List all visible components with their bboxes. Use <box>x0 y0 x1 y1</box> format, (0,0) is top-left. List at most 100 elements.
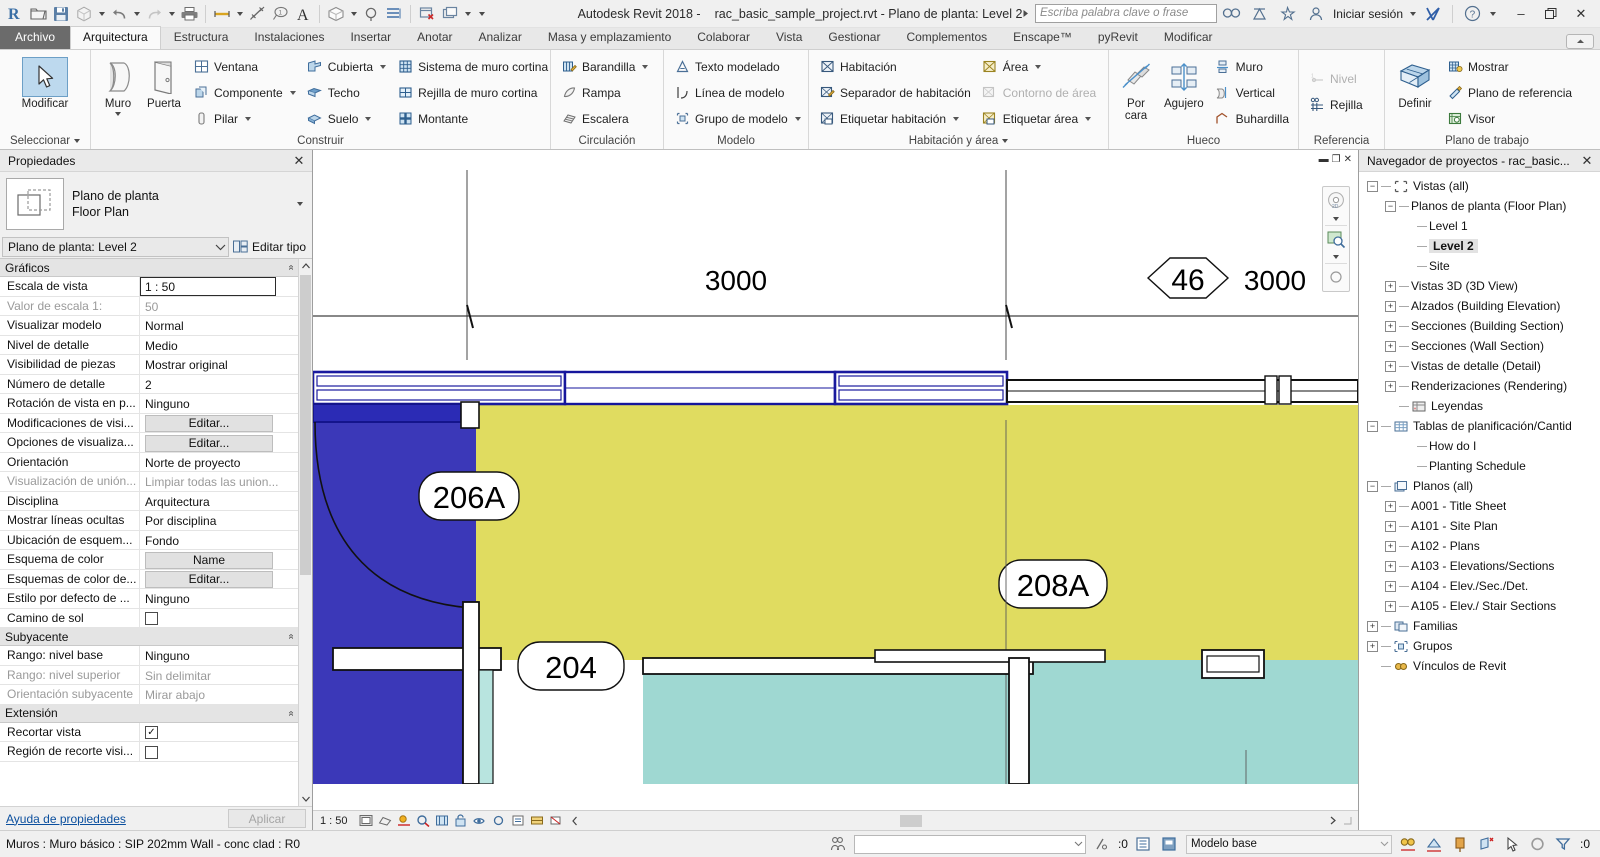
property-edit-button[interactable]: Editar... <box>145 415 273 432</box>
undo-icon[interactable] <box>108 3 130 25</box>
browser-tree-item[interactable]: Vínculos de Revit <box>1361 656 1600 676</box>
close-button[interactable]: ✕ <box>1566 1 1596 27</box>
collapse-node-icon[interactable]: − <box>1367 420 1378 432</box>
tab-pyrevit[interactable]: pyRevit <box>1085 26 1151 49</box>
collapse-node-icon[interactable]: − <box>1367 180 1378 192</box>
zoom-icon[interactable] <box>1324 227 1348 251</box>
type-selector-combo[interactable]: Plano de planta: Level 2 <box>2 237 229 257</box>
infocenter-expand-icon[interactable] <box>1019 9 1033 18</box>
visual-style-icon[interactable] <box>358 813 374 829</box>
customize-qat-icon[interactable] <box>474 3 490 25</box>
curtain-system-button[interactable]: Sistema de muro cortina <box>391 54 553 79</box>
property-row[interactable]: Visualización de unión... Limpiar todas l… <box>0 472 298 492</box>
tag-area-button[interactable]: Etiquetar área <box>976 106 1101 131</box>
minimize-button[interactable]: – <box>1506 1 1536 27</box>
undo-dropdown-icon[interactable] <box>131 3 142 25</box>
property-value[interactable] <box>140 609 298 628</box>
component-button[interactable]: Componente <box>187 80 301 105</box>
panel-title-select[interactable]: Seleccionar <box>4 133 86 149</box>
property-row[interactable]: Modificaciones de visi... Editar... <box>0 413 298 433</box>
expand-node-icon[interactable]: + <box>1385 520 1396 532</box>
drag-elements-icon[interactable] <box>1502 834 1522 854</box>
text-icon[interactable]: A <box>292 3 314 25</box>
autodesk-app-manager-icon[interactable] <box>1420 2 1446 26</box>
browser-tree[interactable]: − Vistas (all) − Planos de planta (Floor Pl… <box>1359 172 1600 830</box>
property-edit-button[interactable]: Editar... <box>145 434 273 452</box>
collapse-group-icon[interactable]: » <box>286 265 297 271</box>
expand-node-icon[interactable]: + <box>1385 560 1396 572</box>
exclude-options-icon[interactable] <box>1092 834 1112 854</box>
property-value[interactable]: Ninguno <box>140 394 298 413</box>
property-value[interactable]: Sin delimitar <box>140 666 298 685</box>
property-value[interactable]: Fondo <box>140 531 298 550</box>
browser-tree-item[interactable]: + A001 - Title Sheet <box>1361 496 1600 516</box>
door-button[interactable]: Puerta <box>141 54 187 111</box>
properties-vertical-scrollbar[interactable] <box>298 259 312 806</box>
view-controls-expand-icon[interactable] <box>567 813 583 829</box>
property-row[interactable]: Estilo por defecto de ... Ninguno <box>0 589 298 609</box>
properties-help-link[interactable]: Ayuda de propiedades <box>6 812 126 826</box>
resize-grip-icon[interactable] <box>1340 814 1354 828</box>
properties-scroll-track[interactable] <box>299 273 312 792</box>
measure-dropdown-icon[interactable] <box>234 3 245 25</box>
room-separator-button[interactable]: Separador de habitación <box>813 80 976 105</box>
properties-scroll-thumb[interactable] <box>300 275 311 575</box>
set-workplane-button[interactable]: Definir <box>1389 54 1441 111</box>
property-value[interactable]: Editar... <box>140 433 298 452</box>
model-group-button[interactable]: Grupo de modelo <box>668 106 806 131</box>
steering-wheel-icon[interactable]: 2D <box>1324 189 1348 213</box>
roof-button[interactable]: Cubierta <box>301 54 391 79</box>
browser-tree-item[interactable]: Planting Schedule <box>1361 456 1600 476</box>
hscroll-track[interactable] <box>600 813 1326 828</box>
canvas-horizontal-scrollbar[interactable] <box>600 813 1354 828</box>
browser-tree-item[interactable]: How do I <box>1361 436 1600 456</box>
tag-icon[interactable]: 1 <box>269 3 291 25</box>
property-value[interactable]: Arquitectura <box>140 492 298 511</box>
panel-title-room-area[interactable]: Habitación y área <box>813 133 1104 149</box>
property-value[interactable]: Medio <box>140 336 298 355</box>
property-value[interactable]: 2 <box>140 375 298 394</box>
expand-node-icon[interactable]: + <box>1385 540 1396 552</box>
default-3d-view-dropdown-icon[interactable] <box>348 3 359 25</box>
favorites-star-icon[interactable] <box>1275 2 1301 26</box>
select-pinned-icon[interactable] <box>1450 834 1470 854</box>
property-value[interactable]: Mirar abajo <box>140 685 298 704</box>
expand-node-icon[interactable]: + <box>1385 340 1396 352</box>
browser-tree-item[interactable]: + A104 - Elev./Sec./Det. <box>1361 576 1600 596</box>
hscroll-thumb[interactable] <box>900 814 922 827</box>
zoom-dropdown-icon[interactable] <box>1324 252 1348 262</box>
property-value[interactable]: Mostrar original <box>140 355 298 374</box>
redo-icon[interactable] <box>143 3 165 25</box>
tag-room-dropdown-icon[interactable] <box>953 116 960 121</box>
property-checkbox[interactable] <box>145 745 158 759</box>
property-row[interactable]: Nivel de detalle Medio <box>0 335 298 355</box>
browser-tree-item[interactable]: + A101 - Site Plan <box>1361 516 1600 536</box>
search-icon[interactable] <box>1219 2 1245 26</box>
edit-type-button[interactable]: Editar tipo <box>232 240 310 254</box>
tab-masa-y-emplazamiento[interactable]: Masa y emplazamiento <box>535 26 684 49</box>
view-scale-label[interactable]: 1 : 50 <box>317 815 355 827</box>
browser-tree-item[interactable]: − Planos de planta (Floor Plan) <box>1361 196 1600 216</box>
tab-vista[interactable]: Vista <box>763 26 815 49</box>
browser-tree-item[interactable]: + Vistas de detalle (Detail) <box>1361 356 1600 376</box>
expand-node-icon[interactable]: + <box>1385 320 1396 332</box>
browser-tree-item[interactable]: + Familias <box>1361 616 1600 636</box>
tab-modificar[interactable]: Modificar <box>1151 26 1226 49</box>
tab-enscape[interactable]: Enscape™ <box>1000 26 1085 49</box>
open-icon[interactable] <box>27 3 49 25</box>
property-group-header[interactable]: Subyacente » <box>0 628 298 646</box>
tab-arquitectura[interactable]: Arquitectura <box>70 26 161 49</box>
railing-dropdown-icon[interactable] <box>642 64 649 69</box>
property-row[interactable]: Rango: nivel base Ninguno <box>0 646 298 666</box>
property-row[interactable]: Esquema de color Name <box>0 550 298 570</box>
tag-room-button[interactable]: Etiquetar habitación <box>813 106 976 131</box>
steering-wheel-dropdown-icon[interactable] <box>1324 214 1348 224</box>
design-options-icon[interactable] <box>828 834 848 854</box>
property-row[interactable]: Camino de sol <box>0 608 298 628</box>
minimize-ribbon-button[interactable] <box>1566 34 1594 49</box>
unsaved-changes-icon[interactable] <box>1528 834 1548 854</box>
browser-tree-item[interactable]: + Grupos <box>1361 636 1600 656</box>
property-edit-button[interactable]: Name <box>145 551 273 569</box>
collapse-group-icon[interactable]: » <box>286 634 297 640</box>
close-hidden-windows-icon[interactable] <box>416 3 438 25</box>
